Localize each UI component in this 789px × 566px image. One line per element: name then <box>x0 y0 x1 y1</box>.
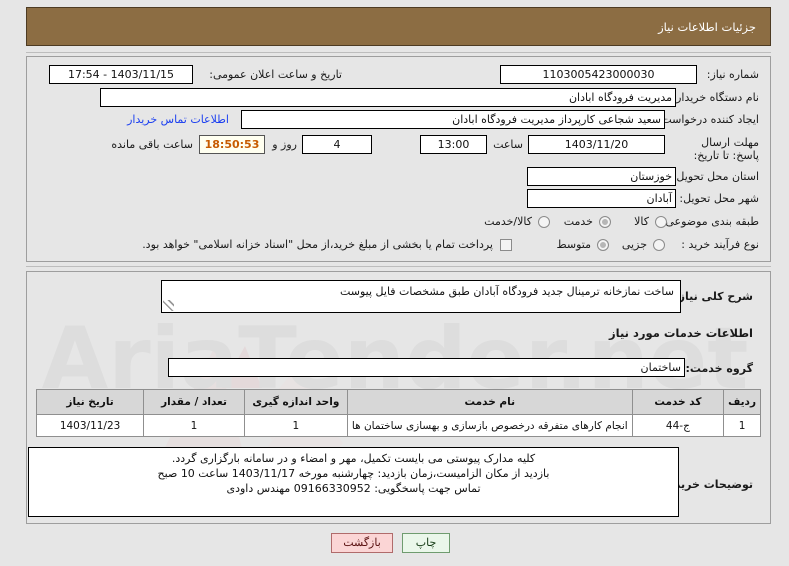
th-need-date: تاریخ نیاز <box>35 389 145 415</box>
treasury-bonds-label: پرداخت تمام یا بخشی از مبلغ خرید،از محل … <box>142 238 493 251</box>
summary-text: ساخت نمازخانه ترمینال جدید فرودگاه آبادا… <box>339 285 674 298</box>
th-unit: واحد اندازه گیری <box>243 389 348 415</box>
need-number-label: شماره نیاز: <box>706 68 759 81</box>
radio-process-medium-label: متوسط <box>556 238 591 251</box>
resize-grip-icon[interactable] <box>163 300 174 311</box>
process-label: نوع فرآیند خرید : <box>681 238 759 251</box>
cell-row: 1 <box>723 414 761 437</box>
creator-value: سعید شجاعی کارپرداز مدیریت فرودگاه ابادا… <box>241 110 665 129</box>
divider-top <box>26 52 771 53</box>
days-remaining-value: 4 <box>302 135 372 154</box>
summary-textarea[interactable]: ساخت نمازخانه ترمینال جدید فرودگاه آبادا… <box>161 280 681 313</box>
table-header-row: ردیف کد خدمت نام خدمت واحد اندازه گیری ت… <box>35 389 761 415</box>
buyer-note-line-3: تماس جهت پاسخگویی: 09166330952 مهندس داو… <box>226 482 481 495</box>
table-row: 1 ج-44 انجام کارهای متفرقه درخصوص بازساز… <box>35 414 761 437</box>
page-root: AriaTender.net جزئیات اطلاعات نیاز شماره… <box>0 0 789 566</box>
radio-process-medium[interactable] <box>597 239 609 251</box>
deadline-time-value: 13:00 <box>420 135 487 154</box>
radio-category-goods[interactable] <box>655 216 667 228</box>
radio-category-service[interactable] <box>599 216 611 228</box>
radio-category-goods-label: کالا <box>634 215 649 228</box>
deadline-label: مهلت ارسال پاسخ: تا تاریخ: <box>693 136 759 162</box>
need-number-value: 1103005423000030 <box>500 65 697 84</box>
radio-process-minor-label: جزیی <box>621 238 647 251</box>
province-value: خوزستان <box>527 167 676 186</box>
back-button[interactable]: بازگشت <box>331 533 393 553</box>
buyer-org-label: نام دستگاه خریدار: <box>672 91 759 104</box>
public-announce-label: تاریخ و ساعت اعلان عمومی: <box>209 68 342 81</box>
th-code: کد خدمت <box>631 389 725 415</box>
remaining-hours-label: ساعت باقی مانده <box>111 138 193 151</box>
treasury-bonds-checkbox[interactable] <box>500 239 512 251</box>
need-info-panel <box>26 56 771 262</box>
divider-middle <box>26 266 771 267</box>
th-qty: تعداد / مقدار <box>143 389 245 415</box>
buyer-note-line-1: کلیه مدارک پیوستی می بایست تکمیل، مهر و … <box>171 452 536 465</box>
province-label: استان محل تحویل: <box>672 170 759 183</box>
summary-label: شرح کلی نیاز: <box>674 290 753 303</box>
radio-category-service-label: خدمت <box>563 215 593 228</box>
service-group-label: گروه خدمت: <box>685 362 753 375</box>
countdown-timer: 18:50:53 <box>199 135 265 154</box>
cell-unit: 1 <box>243 414 348 437</box>
public-announce-value: 1403/11/15 - 17:54 <box>49 65 193 84</box>
hour-label: ساعت <box>493 138 523 151</box>
th-name: نام خدمت <box>346 389 633 415</box>
service-group-value: ساختمان <box>168 358 685 377</box>
page-title: جزئیات اطلاعات نیاز <box>26 7 771 46</box>
radio-process-minor[interactable] <box>653 239 665 251</box>
buyer-org-value: مدیریت فرودگاه ابادان <box>100 88 676 107</box>
deadline-date-value: 1403/11/20 <box>528 135 665 154</box>
buyer-notes-textarea[interactable]: کلیه مدارک پیوستی می بایست تکمیل، مهر و … <box>28 447 679 517</box>
city-value: آبادان <box>527 189 676 208</box>
cell-code: ج-44 <box>631 414 725 437</box>
category-label: طبقه بندی موضوعی: <box>661 215 759 228</box>
cell-name: انجام کارهای متفرقه درخصوص بازسازی و بهس… <box>346 414 633 437</box>
city-label: شهر محل تحویل: <box>679 192 759 205</box>
cell-qty: 1 <box>143 414 245 437</box>
print-button[interactable]: چاپ <box>402 533 450 553</box>
services-heading: اطلاعات خدمات مورد نیاز <box>609 326 753 340</box>
buyer-contact-link[interactable]: اطلاعات تماس خریدار <box>127 113 229 126</box>
creator-label: ایجاد کننده درخواست: <box>657 113 759 126</box>
th-row: ردیف <box>723 389 761 415</box>
cell-need-date: 1403/11/23 <box>35 414 145 437</box>
services-table: ردیف کد خدمت نام خدمت واحد اندازه گیری ت… <box>35 389 761 437</box>
radio-category-goods-service-label: کالا/خدمت <box>484 215 532 228</box>
radio-category-goods-service[interactable] <box>538 216 550 228</box>
buyer-note-line-2: بازدید از مکان الزامیست،زمان بازدید: چها… <box>157 467 550 480</box>
days-label: روز و <box>272 138 297 151</box>
